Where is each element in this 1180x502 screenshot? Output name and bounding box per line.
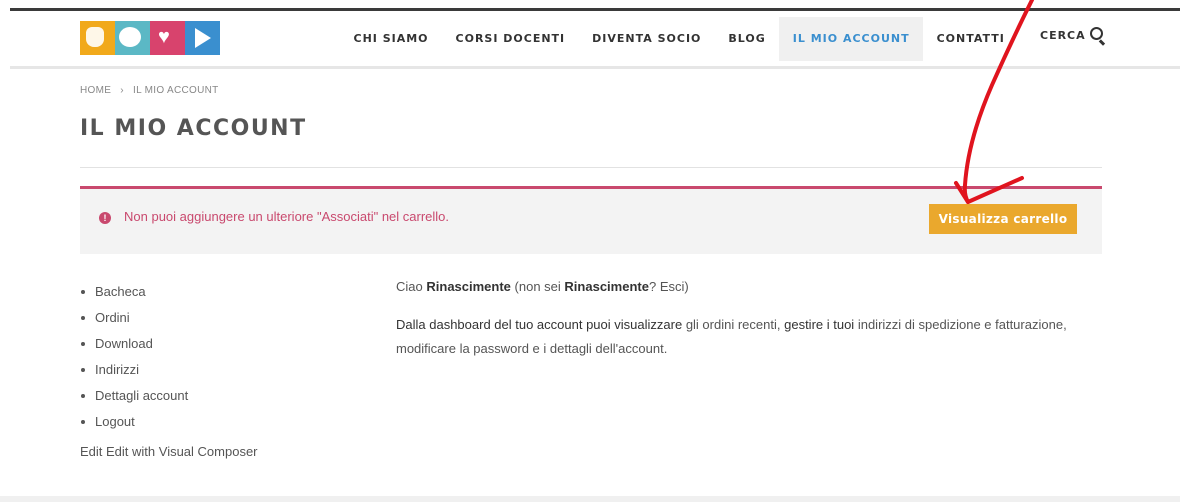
account-content: Ciao Rinascimente (non sei Rinascimente?… [396, 275, 1106, 361]
site-header: ♥ CHI SIAMO CORSI DOCENTI DIVENTA SOCIO … [0, 11, 1180, 67]
nav-blog[interactable]: BLOG [715, 17, 779, 61]
nav-diventa-socio[interactable]: DIVENTA SOCIO [579, 17, 715, 61]
dashboard-text-5: . [663, 341, 668, 356]
logout-link[interactable]: Esci [660, 279, 685, 294]
dashboard-description: Dalla dashboard del tuo account puoi vis… [396, 313, 1106, 361]
nav-il-mio-account[interactable]: IL MIO ACCOUNT [779, 17, 924, 61]
account-nav-bacheca[interactable]: Bacheca [80, 282, 188, 308]
dashboard-text-2: , [776, 317, 781, 332]
view-cart-button[interactable]: Visualizza carrello [929, 204, 1077, 234]
play-icon [185, 21, 220, 55]
edit-link[interactable]: Edit Edit with Visual Composer [80, 444, 258, 459]
breadcrumb-home[interactable]: HOME [80, 85, 111, 96]
account-nav-download[interactable]: Download [80, 334, 188, 360]
recent-orders-link[interactable]: gli ordini recenti [686, 317, 777, 332]
search-button[interactable]: CERCA [1040, 27, 1106, 46]
greeting: Ciao Rinascimente (non sei Rinascimente?… [396, 275, 1106, 299]
greeting-name: Rinascimente [426, 279, 511, 294]
dashboard-text-3: gestire i tuoi [784, 317, 855, 332]
footer-band [0, 496, 1180, 502]
dashboard-text-4: , [1063, 317, 1067, 332]
page-title: IL MIO ACCOUNT [80, 116, 307, 141]
error-notice: ! Non puoi aggiungere un ulteriore "Asso… [80, 186, 1102, 254]
account-nav-dettagli-account[interactable]: Dettagli account [80, 386, 188, 412]
breadcrumb-current: IL MIO ACCOUNT [133, 85, 219, 96]
greeting-not-you-name: Rinascimente [564, 279, 649, 294]
nav-corsi-docenti[interactable]: CORSI DOCENTI [442, 17, 579, 61]
account-nav-indirizzi[interactable]: Indirizzi [80, 360, 188, 386]
breadcrumb-separator: › [120, 85, 124, 96]
account-nav-ordini[interactable]: Ordini [80, 308, 188, 334]
account-nav-logout[interactable]: Logout [80, 412, 188, 438]
addresses-link[interactable]: indirizzi di spedizione e fatturazione [858, 317, 1063, 332]
greeting-close: ) [684, 279, 689, 294]
title-divider [80, 167, 1102, 168]
nav-contatti[interactable]: CONTATTI [923, 17, 1018, 61]
exclamation-icon: ! [99, 212, 111, 224]
hand-icon [80, 21, 115, 55]
heart-icon: ♥ [150, 21, 185, 55]
speech-bubble-icon [115, 21, 150, 55]
greeting-question: ? [648, 279, 657, 294]
header-divider [10, 66, 1180, 69]
site-logo[interactable]: ♥ [80, 21, 220, 55]
breadcrumb: HOME › IL MIO ACCOUNT [80, 85, 225, 96]
greeting-ciao: Ciao [396, 279, 423, 294]
search-label: CERCA [1040, 28, 1086, 42]
account-details-link[interactable]: modificare la password e i dettagli dell… [396, 341, 664, 356]
greeting-not-you: (non sei [514, 279, 561, 294]
main-nav: CHI SIAMO CORSI DOCENTI DIVENTA SOCIO BL… [340, 17, 1018, 61]
dashboard-text-1: Dalla dashboard del tuo account puoi vis… [396, 317, 683, 332]
search-icon [1089, 27, 1106, 46]
notice-message: Non puoi aggiungere un ulteriore "Associ… [124, 209, 450, 224]
nav-chi-siamo[interactable]: CHI SIAMO [340, 17, 442, 61]
account-navigation: Bacheca Ordini Download Indirizzi Dettag… [80, 282, 188, 438]
